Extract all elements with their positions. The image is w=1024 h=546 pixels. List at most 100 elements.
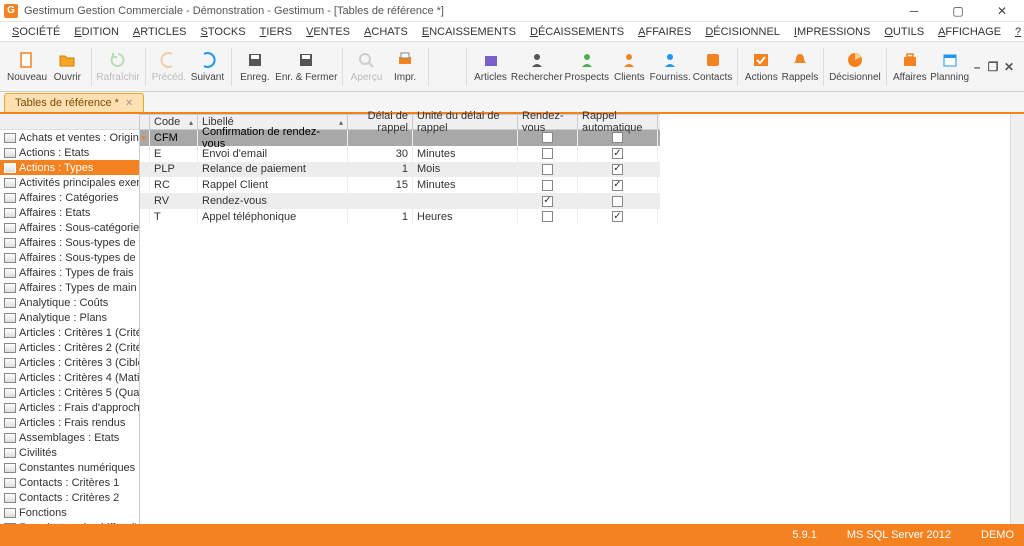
cell-unite[interactable]: Mois	[413, 162, 518, 178]
tree-item[interactable]: Articles : Critères 4 (Mati...	[0, 370, 139, 385]
checkbox[interactable]: ✓	[542, 196, 553, 207]
cell-code[interactable]: RV	[150, 193, 198, 209]
cell-delai[interactable]: 15	[348, 177, 413, 193]
maximize-button[interactable]: ▢	[936, 0, 980, 22]
cell-delai[interactable]: 30	[348, 146, 413, 162]
cell-auto[interactable]	[578, 193, 658, 209]
preced-button[interactable]: Précéd.	[150, 44, 189, 90]
cell-auto[interactable]: ✓	[578, 177, 658, 193]
cell-unite[interactable]: Minutes	[413, 177, 518, 193]
menu-outils[interactable]: OUTILS	[878, 24, 930, 40]
cell-auto[interactable]: ✓	[578, 162, 658, 178]
tree-item[interactable]: Affaires : Sous-catégories	[0, 220, 139, 235]
cell-rdv[interactable]	[518, 146, 578, 162]
tree-item[interactable]: Actions : Types	[0, 160, 139, 175]
tree-item[interactable]: Civilités	[0, 445, 139, 460]
tree-item[interactable]: Affaires : Types de main ...	[0, 280, 139, 295]
tree-item[interactable]: Analytique : Coûts	[0, 295, 139, 310]
reference-tree[interactable]: Achats et ventes : OriginesActions : Eta…	[0, 130, 139, 544]
tab-close-icon[interactable]: ✕	[125, 98, 133, 109]
checkbox[interactable]: ✓	[612, 148, 623, 159]
rechercher-button[interactable]: Rechercher	[510, 44, 564, 90]
cell-code[interactable]: E	[150, 146, 198, 162]
cell-code[interactable]: CFM	[150, 130, 198, 146]
mdi-close-button[interactable]: ✕	[1002, 60, 1016, 74]
menu-affichage[interactable]: AFFICHAGE	[932, 24, 1007, 40]
table-row[interactable]: RVRendez-vous ✓	[140, 193, 660, 209]
rafraichir-button[interactable]: Rafraîchir	[95, 44, 140, 90]
checkbox[interactable]	[612, 132, 623, 143]
menu-dcisionnel[interactable]: DÉCISIONNEL	[699, 24, 786, 40]
col-code[interactable]: Code▴	[150, 115, 198, 129]
cell-rdv[interactable]	[518, 209, 578, 225]
menu-ventes[interactable]: VENTES	[300, 24, 356, 40]
tree-item[interactable]: Articles : Frais rendus	[0, 415, 139, 430]
cell-code[interactable]: RC	[150, 177, 198, 193]
apercu-button[interactable]: Aperçu	[347, 44, 386, 90]
enreg-button[interactable]: Enreg.	[236, 44, 275, 90]
fourniss-button[interactable]: Fourniss.	[649, 44, 692, 90]
menu-stocks[interactable]: STOCKS	[195, 24, 252, 40]
checkbox[interactable]	[612, 196, 623, 207]
col-libelle[interactable]: Libellé▴	[198, 115, 348, 129]
menu-encaissements[interactable]: ENCAISSEMENTS	[416, 24, 522, 40]
suivant-button[interactable]: Suivant	[188, 44, 227, 90]
cell-libelle[interactable]: Relance de paiement	[198, 162, 348, 178]
menu-socit[interactable]: SOCIÉTÉ	[6, 24, 66, 40]
tree-item[interactable]: Articles : Frais d'approche	[0, 400, 139, 415]
checkbox[interactable]	[542, 132, 553, 143]
vertical-scrollbar[interactable]	[1010, 114, 1024, 544]
prospects-button[interactable]: Prospects	[564, 44, 610, 90]
checkbox[interactable]: ✓	[612, 211, 623, 222]
cell-rdv[interactable]: ✓	[518, 193, 578, 209]
tree-item[interactable]: Articles : Critères 1 (Crité...	[0, 325, 139, 340]
cell-delai[interactable]: 1	[348, 162, 413, 178]
tree-item[interactable]: Affaires : Sous-types de f...	[0, 235, 139, 250]
enregfermer-button[interactable]: Enr. & Fermer	[274, 44, 338, 90]
tree-item[interactable]: Affaires : Catégories	[0, 190, 139, 205]
cell-libelle[interactable]: Appel téléphonique	[198, 209, 348, 225]
contacts-button[interactable]: Contacts	[692, 44, 733, 90]
tree-item[interactable]: Analytique : Plans	[0, 310, 139, 325]
tree-item[interactable]: Contacts : Critères 2	[0, 490, 139, 505]
tree-item[interactable]: Activités principales exer...	[0, 175, 139, 190]
cell-unite[interactable]	[413, 193, 518, 209]
impr-button[interactable]: Impr.	[386, 44, 425, 90]
cell-unite[interactable]: Heures	[413, 209, 518, 225]
tree-item[interactable]: Actions : Etats	[0, 145, 139, 160]
data-grid[interactable]: Code▴ Libellé▴ Délai de rappel Unité du …	[140, 114, 660, 225]
menu-tiers[interactable]: TIERS	[254, 24, 298, 40]
mdi-minimize-button[interactable]: –	[970, 60, 984, 74]
tree-item[interactable]: Articles : Critères 5 (Qual...	[0, 385, 139, 400]
clients-button[interactable]: Clients	[610, 44, 649, 90]
checkbox[interactable]	[542, 180, 553, 191]
cell-delai[interactable]: 1	[348, 209, 413, 225]
col-delai[interactable]: Délai de rappel	[348, 115, 413, 129]
checkbox[interactable]: ✓	[612, 180, 623, 191]
minimize-button[interactable]: ─	[892, 0, 936, 22]
col-unite[interactable]: Unité du délai de rappel	[413, 115, 518, 129]
tree-item[interactable]: Constantes numériques	[0, 460, 139, 475]
checkbox[interactable]: ✓	[612, 164, 623, 175]
cell-auto[interactable]: ✓	[578, 146, 658, 162]
col-auto[interactable]: Rappel automatique	[578, 115, 658, 129]
tree-item[interactable]: Articles : Critères 3 (Cible)	[0, 355, 139, 370]
table-row[interactable]: TAppel téléphonique1Heures ✓	[140, 209, 660, 225]
actions-button[interactable]: Actions	[742, 44, 781, 90]
tree-item[interactable]: Contacts : Critères 1	[0, 475, 139, 490]
cell-libelle[interactable]: Rendez-vous	[198, 193, 348, 209]
cell-delai[interactable]	[348, 193, 413, 209]
menu-articles[interactable]: ARTICLES	[127, 24, 193, 40]
decisionnel-button[interactable]: Décisionnel	[828, 44, 882, 90]
rappels-button[interactable]: Rappels	[781, 44, 820, 90]
tree-item[interactable]: Assemblages : Etats	[0, 430, 139, 445]
menu-impressions[interactable]: IMPRESSIONS	[788, 24, 876, 40]
menu-affaires[interactable]: AFFAIRES	[632, 24, 697, 40]
ouvrir-button[interactable]: Ouvrir	[48, 44, 87, 90]
close-button[interactable]: ✕	[980, 0, 1024, 22]
cell-auto[interactable]: ✓	[578, 209, 658, 225]
checkbox[interactable]	[542, 211, 553, 222]
table-row[interactable]: PLPRelance de paiement1Mois✓	[140, 162, 660, 178]
cell-code[interactable]: T	[150, 209, 198, 225]
affaires-button[interactable]: Affaires	[891, 44, 930, 90]
